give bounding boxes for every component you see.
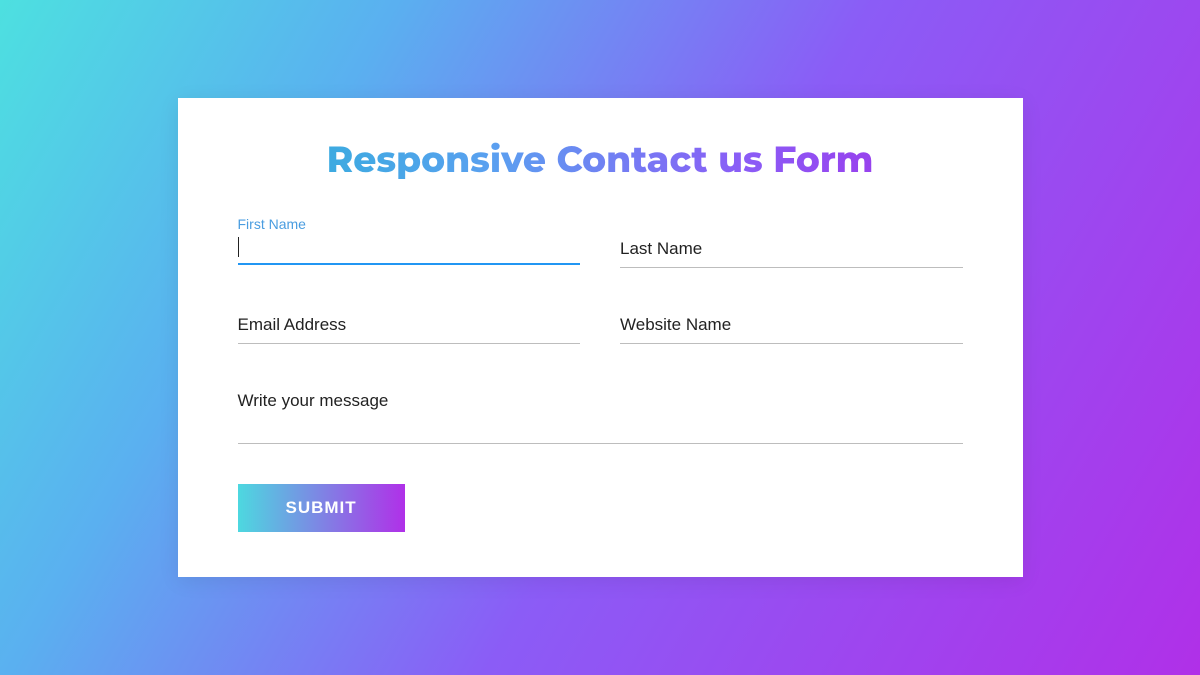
first-name-field[interactable]: First Name [238,237,581,268]
message-label: Write your message [238,389,963,413]
last-name-label: Last Name [620,237,963,261]
row-message: Write your message [238,389,963,444]
text-cursor [238,237,239,257]
submit-button[interactable]: SUBMIT [238,484,405,532]
website-label: Website Name [620,313,963,337]
email-field[interactable]: Email Address [238,313,581,344]
row-name: First Name Last Name [238,237,963,268]
form-title: Responsive Contact us Form [238,138,963,182]
contact-form-card: Responsive Contact us Form First Name La… [178,98,1023,576]
first-name-label: First Name [238,215,581,235]
last-name-field[interactable]: Last Name [620,237,963,268]
message-field[interactable]: Write your message [238,389,963,444]
email-label: Email Address [238,313,581,337]
website-field[interactable]: Website Name [620,313,963,344]
row-contact: Email Address Website Name [238,313,963,344]
